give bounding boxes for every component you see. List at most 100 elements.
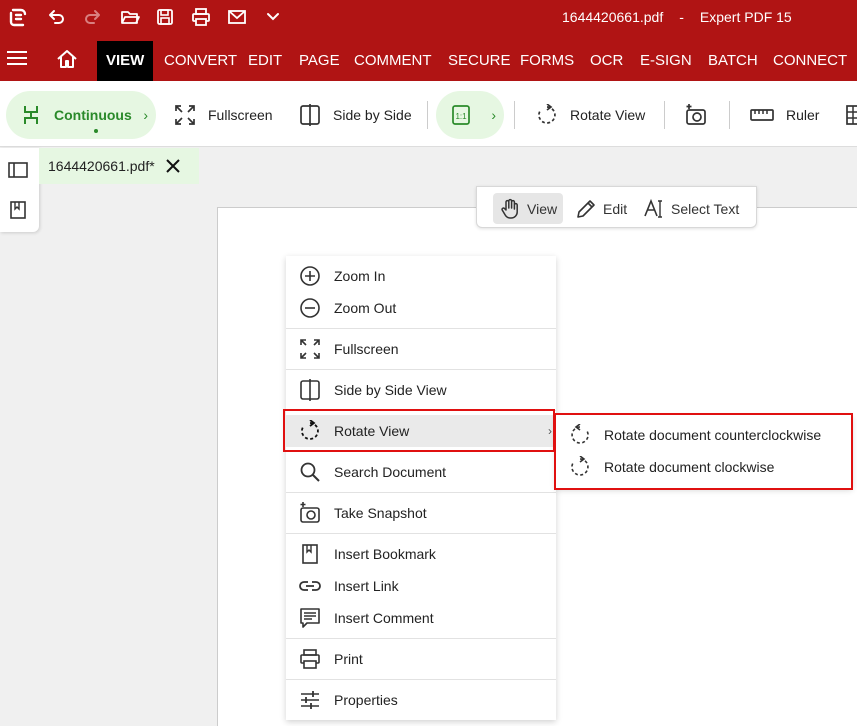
rotate-view-button[interactable]: Rotate View [536,91,645,139]
view-mode-label: View [527,200,558,217]
pencil-icon [577,199,595,218]
close-icon[interactable] [163,156,183,176]
edit-mode-label: Edit [603,200,628,217]
menu-item-label: Zoom In [334,268,386,284]
panel-toggle-icon[interactable] [8,160,28,180]
document-tab[interactable]: 1644420661.pdf* [39,148,199,184]
bookmark-panel-icon[interactable] [8,200,28,220]
select-text-icon [644,198,662,218]
menu-item-fullscreen[interactable]: Fullscreen [286,333,556,365]
email-icon[interactable] [225,5,249,29]
print-icon[interactable] [189,5,213,29]
tab-edit[interactable]: EDIT [248,41,282,81]
window-title-separator: - [679,9,684,25]
grid-view-button[interactable] [845,91,857,139]
menu-item-insert-link[interactable]: Insert Link [286,570,556,602]
rotate-counterclockwise-icon [568,423,592,447]
menu-item-insert-comment[interactable]: Insert Comment [286,602,556,634]
interaction-mode-bar: View Edit Select Text [476,186,757,228]
continuous-button[interactable]: Continuous › [6,91,156,139]
actual-size-icon: 1:1 [452,105,470,125]
select-text-mode-label: Select Text [671,200,740,217]
chevron-down-icon[interactable] [261,5,285,29]
ruler-button[interactable]: Ruler [750,91,819,139]
menu-item-label: Properties [334,692,398,708]
undo-icon[interactable] [44,5,68,29]
menu-item-label: Zoom Out [334,300,397,316]
bookmark-icon [298,542,322,566]
continuous-label: Continuous [54,107,132,123]
grid-icon [846,105,857,125]
title-bar: 1644420661.pdf - Expert PDF 15 [0,0,857,35]
menu-item-label: Rotate document clockwise [604,459,775,475]
side-by-side-icon [298,378,322,402]
menu-item-search-document[interactable]: Search Document [286,456,556,488]
search-icon [298,460,322,484]
tab-convert[interactable]: CONVERT [164,41,237,81]
menu-item-print[interactable]: Print [286,643,556,675]
menu-item-label: Insert Comment [334,610,434,626]
tab-forms[interactable]: FORMS [520,41,574,81]
save-icon[interactable] [153,5,177,29]
side-by-side-button[interactable]: Side by Side [299,91,412,139]
fullscreen-icon [298,337,322,361]
active-indicator-dot [94,129,98,133]
document-tab-label: 1644420661.pdf* [48,158,155,174]
tab-connect[interactable]: CONNECT [773,41,847,81]
menu-item-label: Take Snapshot [334,505,427,521]
snapshot-button[interactable] [685,91,719,139]
rotate-submenu: Rotate document counterclockwise Rotate … [556,415,852,488]
side-by-side-label: Side by Side [333,107,412,123]
hamburger-menu-icon[interactable] [6,49,28,67]
menu-separator [286,451,556,452]
submenu-arrow-icon: › [548,424,552,438]
fullscreen-button[interactable]: Fullscreen [174,91,273,139]
menu-item-label: Rotate document counterclockwise [604,427,822,443]
menu-item-label: Side by Side View [334,382,447,398]
menu-item-rotate-view[interactable]: Rotate View › [286,415,556,447]
select-text-mode-button[interactable]: Select Text [637,193,745,224]
menu-item-insert-bookmark[interactable]: Insert Bookmark [286,538,556,570]
menu-item-rotate-counterclockwise[interactable]: Rotate document counterclockwise [556,419,852,451]
menu-item-zoom-in[interactable]: Zoom In [286,260,556,292]
redo-icon[interactable] [81,5,105,29]
tab-batch[interactable]: BATCH [708,41,758,81]
tab-ocr[interactable]: OCR [590,41,623,81]
menu-item-side-by-side-view[interactable]: Side by Side View [286,374,556,406]
chevron-right-icon[interactable]: › [491,107,496,123]
menu-item-zoom-out[interactable]: Zoom Out [286,292,556,324]
menu-separator [286,328,556,329]
tab-e-sign[interactable]: E-SIGN [640,41,692,81]
tab-secure[interactable]: SECURE [448,41,511,81]
open-folder-icon[interactable] [118,5,142,29]
menu-item-take-snapshot[interactable]: Take Snapshot [286,497,556,529]
comment-icon [298,606,322,630]
side-by-side-icon [300,104,320,126]
view-mode-button[interactable]: View [493,193,564,224]
app-logo-icon [6,5,30,29]
tab-view[interactable]: VIEW [97,41,154,81]
menu-item-rotate-clockwise[interactable]: Rotate document clockwise [556,451,852,483]
camera-plus-icon [686,104,706,125]
rotate-clockwise-icon [568,455,592,479]
print-icon [298,647,322,671]
ruler-label: Ruler [786,107,820,123]
zoom-in-icon [298,264,322,288]
menu-item-label: Insert Bookmark [334,546,436,562]
rotate-view-label: Rotate View [570,107,646,123]
sliders-icon [298,688,322,712]
zoom-out-icon [298,296,322,320]
tab-comment[interactable]: COMMENT [354,41,432,81]
link-icon [298,574,322,598]
actual-size-icon-text: 1:1 [455,112,467,121]
menu-item-label: Rotate View [334,423,410,439]
home-icon[interactable] [56,49,78,69]
side-panel [0,148,39,232]
tab-page[interactable]: PAGE [299,41,340,81]
edit-mode-button[interactable]: Edit [569,193,633,224]
ruler-icon [750,109,774,121]
menu-item-properties[interactable]: Properties [286,684,556,716]
actual-size-button[interactable]: 1:1 › [436,91,504,139]
chevron-right-icon[interactable]: › [143,107,148,123]
ribbon-toolbar: Continuous › Fullscreen Side by Side 1:1… [0,81,857,147]
